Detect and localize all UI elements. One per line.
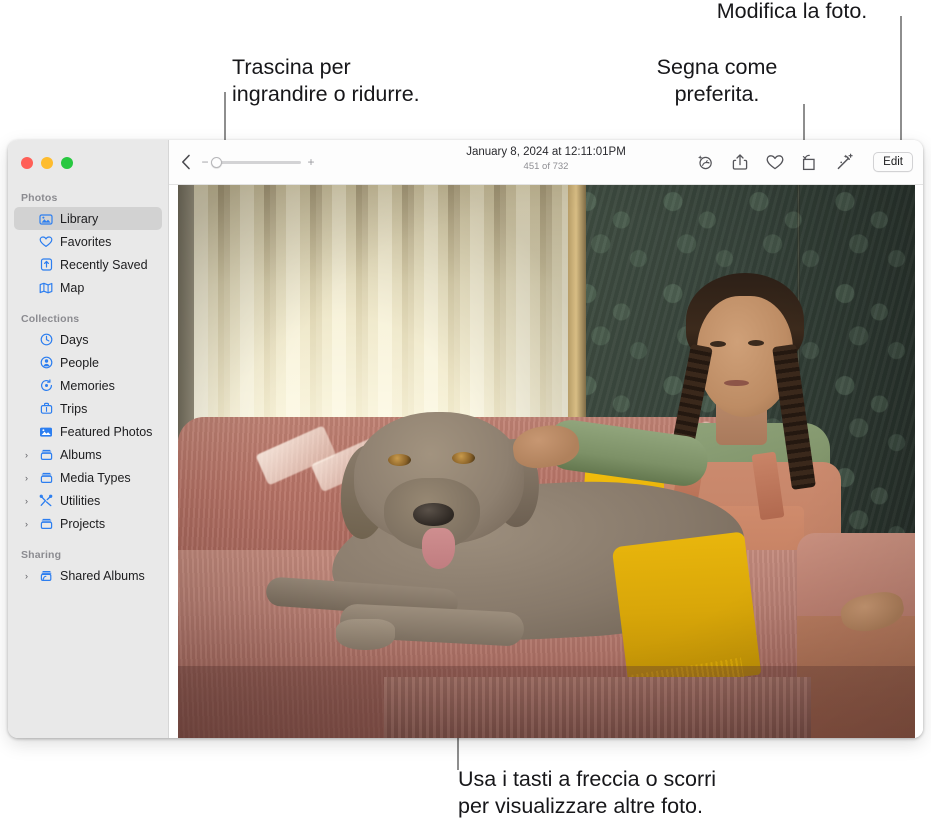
- sidebar-item-shared-albums[interactable]: › Shared Albums: [14, 564, 162, 587]
- toolbar: − + January 8, 2024 at 12:11:01PM 451 of…: [169, 140, 923, 185]
- sidebar-item-label: Favorites: [60, 234, 112, 249]
- sidebar-section-sharing-title: Sharing: [21, 549, 62, 561]
- sidebar-item-label: Utilities: [60, 493, 101, 508]
- minimize-button[interactable]: [41, 157, 53, 169]
- sidebar-item-favorites[interactable]: Favorites: [14, 230, 162, 253]
- callout-edit-text: Modifica la foto.: [716, 0, 868, 23]
- chevron-right-icon[interactable]: ›: [21, 519, 32, 529]
- zoom-slider-knob[interactable]: [211, 156, 222, 168]
- sidebar-item-label: Recently Saved: [60, 257, 148, 272]
- sidebar-item-label: Library: [60, 211, 99, 226]
- sidebar: Photos Library Favorites Recently Saved …: [8, 140, 169, 738]
- photo-library-icon: [38, 213, 54, 225]
- sidebar-item-albums[interactable]: › Albums: [14, 443, 162, 466]
- sidebar-item-label: Media Types: [60, 470, 131, 485]
- album-icon: [38, 517, 54, 530]
- clock-icon: [38, 333, 54, 346]
- info-sparkle-icon[interactable]: [695, 153, 714, 172]
- shared-album-icon: [38, 569, 54, 582]
- callout-zoom-text: Trascina per ingrandire o ridurre.: [232, 55, 420, 106]
- heart-icon: [38, 235, 54, 248]
- sidebar-item-utilities[interactable]: › Utilities: [14, 489, 162, 512]
- sidebar-item-memories[interactable]: Memories: [14, 374, 162, 397]
- sidebar-item-label: Projects: [60, 516, 106, 531]
- callout-favorite-text: Segna come preferita.: [656, 55, 778, 106]
- sidebar-item-label: Map: [60, 280, 85, 295]
- viewer-right-padding: [914, 185, 923, 738]
- sidebar-section-collections-title: Collections: [21, 313, 80, 325]
- chevron-right-icon[interactable]: ›: [21, 450, 32, 460]
- chevron-left-icon[interactable]: [181, 154, 191, 170]
- sidebar-item-featured-photos[interactable]: Featured Photos: [14, 420, 162, 443]
- sidebar-item-projects[interactable]: › Projects: [14, 512, 162, 535]
- photos-app-window: Photos Library Favorites Recently Saved …: [8, 140, 923, 738]
- sidebar-item-label: People: [60, 355, 99, 370]
- suitcase-icon: [38, 402, 54, 415]
- callout-edit-leader-line: [900, 16, 902, 148]
- person-circle-icon: [38, 356, 54, 369]
- viewer-left-padding: [169, 185, 178, 738]
- album-icon: [38, 471, 54, 484]
- share-icon[interactable]: [730, 153, 749, 172]
- sidebar-item-label: Albums: [60, 447, 102, 462]
- map-icon: [38, 282, 54, 294]
- sidebar-item-recently-saved[interactable]: Recently Saved: [14, 253, 162, 276]
- sidebar-item-media-types[interactable]: › Media Types: [14, 466, 162, 489]
- recently-saved-icon: [38, 258, 54, 271]
- photo-image[interactable]: [177, 185, 915, 738]
- sidebar-item-map[interactable]: Map: [14, 276, 162, 299]
- chevron-right-icon[interactable]: ›: [21, 571, 32, 581]
- rotate-icon[interactable]: [800, 153, 819, 172]
- toolbar-left-group: − +: [181, 154, 315, 170]
- sidebar-item-library[interactable]: Library: [14, 207, 162, 230]
- sidebar-item-label: Featured Photos: [60, 424, 153, 439]
- photo-vignette: [177, 185, 915, 738]
- edit-button[interactable]: Edit: [873, 152, 913, 172]
- featured-photo-icon: [38, 426, 54, 438]
- close-button[interactable]: [21, 157, 33, 169]
- magic-wand-icon[interactable]: [835, 153, 854, 172]
- chevron-right-icon[interactable]: ›: [21, 496, 32, 506]
- window-controls: [8, 140, 168, 169]
- sidebar-item-label: Shared Albums: [60, 568, 145, 583]
- zoom-out-label[interactable]: −: [201, 156, 209, 168]
- callout-browse-text: Usa i tasti a freccia o scorri per visua…: [458, 767, 717, 818]
- sidebar-item-people[interactable]: People: [14, 351, 162, 374]
- main-area: − + January 8, 2024 at 12:11:01PM 451 of…: [169, 140, 923, 738]
- sidebar-item-label: Days: [60, 332, 89, 347]
- utilities-icon: [38, 494, 54, 507]
- sidebar-item-label: Memories: [60, 378, 115, 393]
- album-icon: [38, 448, 54, 461]
- screenshot-root: Trascina per ingrandire o ridurre. Modif…: [0, 0, 931, 838]
- sidebar-section-photos-title: Photos: [21, 192, 58, 204]
- memories-icon: [38, 379, 54, 392]
- zoom-slider[interactable]: − +: [201, 156, 315, 168]
- zoom-button[interactable]: [61, 157, 73, 169]
- chevron-right-icon[interactable]: ›: [21, 473, 32, 483]
- toolbar-right-group: Edit: [695, 152, 913, 172]
- sidebar-item-trips[interactable]: Trips: [14, 397, 162, 420]
- photo-viewer[interactable]: [169, 185, 923, 738]
- sidebar-item-label: Trips: [60, 401, 88, 416]
- zoom-slider-track[interactable]: [211, 156, 301, 168]
- heart-icon[interactable]: [765, 153, 784, 172]
- sidebar-item-days[interactable]: Days: [14, 328, 162, 351]
- zoom-in-label[interactable]: +: [307, 156, 315, 168]
